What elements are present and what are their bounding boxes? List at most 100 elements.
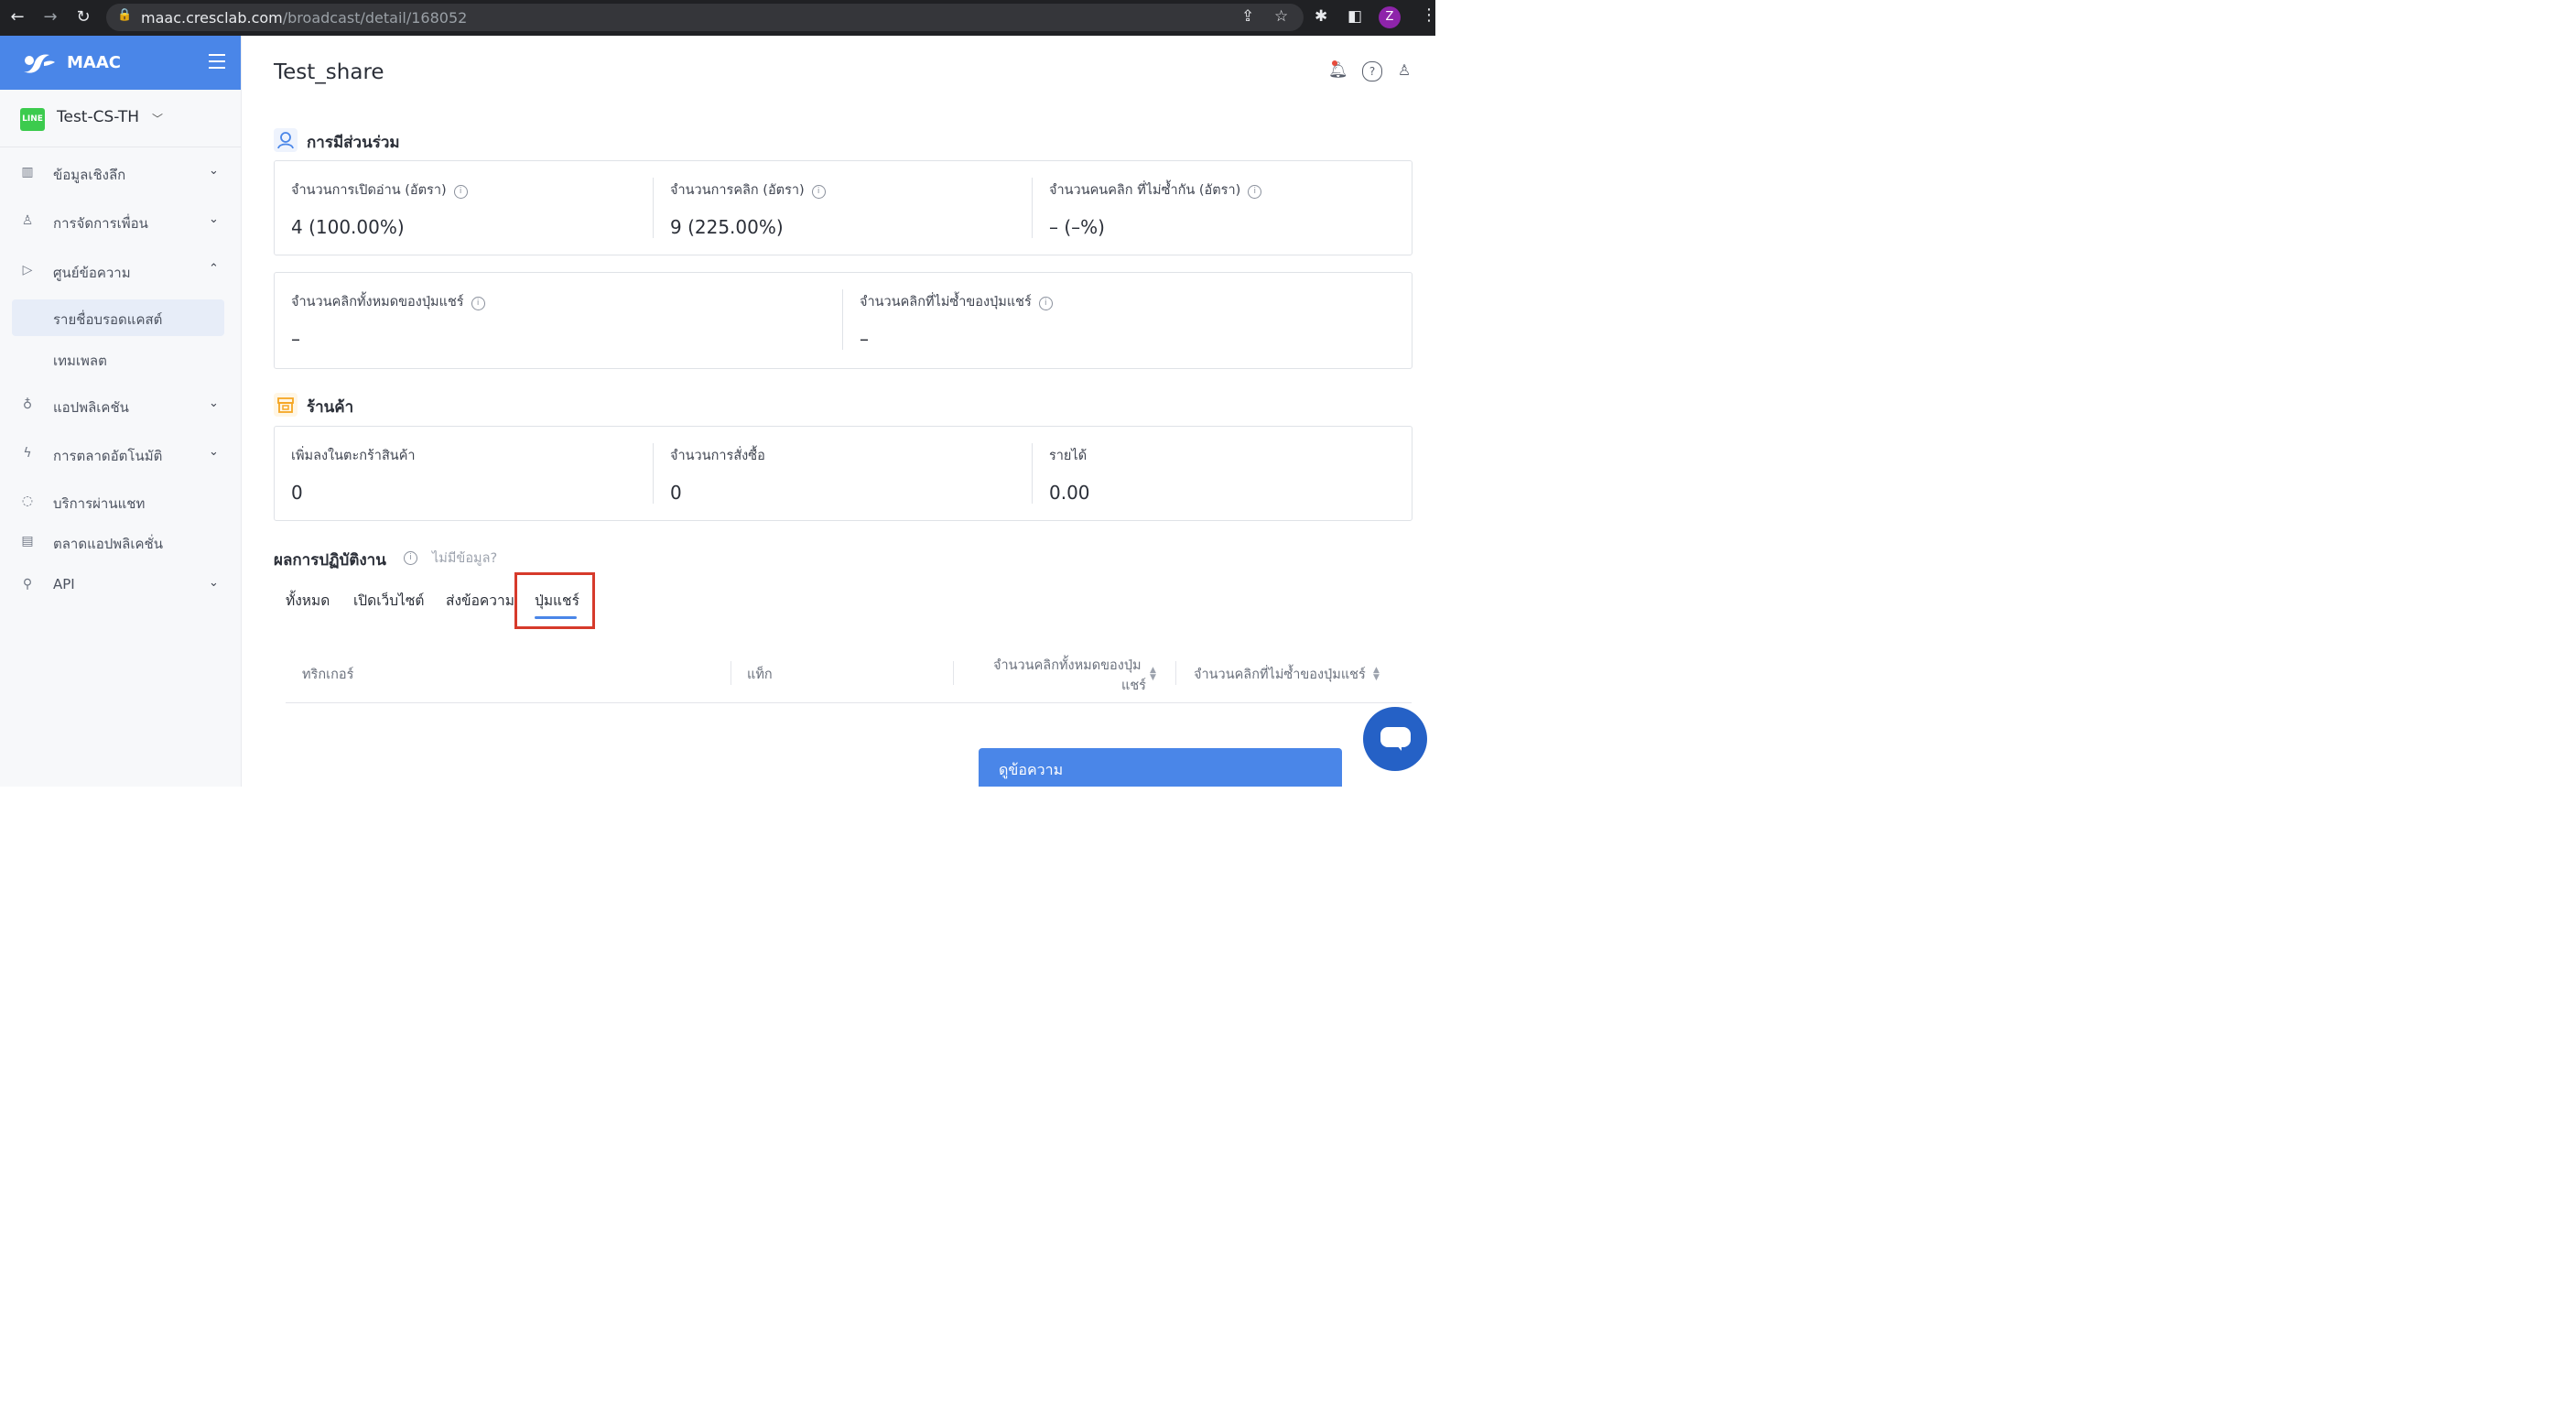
help-icon[interactable]: ? [1362, 61, 1382, 81]
sidebar-item-applications[interactable]: ♁ แอปพลิเคชัน ⌄ [0, 387, 241, 424]
sidebar-item-chat[interactable]: ◌ บริการผ่านแชท [0, 483, 241, 520]
info-icon[interactable]: i [1038, 297, 1053, 310]
chevron-down-icon: ⌄ [209, 164, 219, 178]
plug-icon: ⚲ [22, 577, 33, 592]
metric-open-count: จำนวนการเปิดอ่าน (อัตรา) i 4 (100.00%) [275, 161, 654, 255]
view-message-label: ดูข้อความ [999, 761, 1064, 778]
metric-revenue: รายได้ 0.00 [1033, 427, 1412, 520]
sidebar-item-label: แอปพลิเคชัน [53, 399, 129, 416]
metric-value: 0 [291, 482, 303, 504]
address-bar[interactable]: 🔒 maac.cresclab.com/broadcast/detail/168… [106, 4, 1304, 31]
column-header-share-total-clicks-line2[interactable]: แชร์ [1121, 675, 1146, 696]
chat-bubble-tail [1396, 744, 1402, 751]
user-account-icon[interactable]: ♙ [1395, 61, 1413, 80]
chevron-down-icon: ⌄ [209, 576, 219, 590]
browser-toolbar: ← → ↻ 🔒 maac.cresclab.com/broadcast/deta… [0, 0, 1437, 36]
back-icon[interactable]: ← [7, 7, 27, 27]
metric-value: 0.00 [1049, 482, 1090, 504]
info-icon[interactable]: i [1248, 185, 1262, 199]
maac-logo-icon [24, 54, 55, 73]
lock-icon: 🔒 [117, 8, 133, 22]
metric-orders: จำนวนการสั่งซื้อ 0 [654, 427, 1033, 520]
sidebar-item-label: การตลาดอัตโนมัติ [53, 448, 163, 464]
info-icon[interactable]: i [453, 185, 468, 199]
bookmark-star-icon[interactable]: ☆ [1274, 7, 1288, 26]
brand-header: MAAC [0, 36, 241, 90]
person-icon [274, 128, 298, 152]
brand-name: MAAC [67, 53, 121, 72]
side-panel-icon[interactable]: ◧ [1348, 7, 1362, 26]
metric-share-unique-clicks: จำนวนคลิกที่ไม่ซ้ำของปุ่มแชร์ i – [843, 273, 1412, 368]
chevron-down-icon: ⌄ [209, 396, 219, 410]
sidebar: MAAC LINE Test-CS-TH ﹀ ▥ ข้อมูลเชิงลึก ⌄… [0, 36, 242, 787]
share-icon[interactable]: ⇪ [1241, 7, 1254, 26]
metric-share-total-clicks: จำนวนคลิกทั้งหมดของปุ่มแชร์ i – [275, 273, 843, 368]
tab-all[interactable]: ทั้งหมด [286, 589, 330, 612]
url-text: maac.cresclab.com/broadcast/detail/16805… [141, 9, 468, 27]
table-header-border [286, 702, 1412, 703]
metric-label: จำนวนคลิกทั้งหมดของปุ่มแชร์ [291, 295, 464, 310]
tab-open-website[interactable]: เปิดเว็บไซต์ [353, 589, 424, 612]
no-data-link[interactable]: ไม่มีข้อมูล? [432, 548, 497, 569]
store-icon: ▤ [21, 534, 34, 549]
sidebar-item-api[interactable]: ⚲ API ⌄ [0, 567, 241, 603]
menu-dots-icon[interactable]: ⋮ [1421, 5, 1437, 25]
info-icon[interactable]: i [471, 297, 485, 310]
tab-send-message[interactable]: ส่งข้อความ [446, 589, 514, 612]
sidebar-item-label: ตลาดแอปพลิเคชั่น [53, 536, 163, 552]
profile-avatar[interactable]: Z [1379, 6, 1401, 28]
sidebar-subitem-broadcast-list[interactable]: รายชื่อบรอดแคสต์ [12, 299, 224, 336]
send-icon: ▷ [22, 263, 33, 277]
rocket-icon: ♁ [22, 397, 33, 412]
chevron-up-icon: ⌃ [209, 262, 219, 276]
info-icon[interactable]: i [811, 185, 826, 199]
sort-icon[interactable]: ▲ ▼ [1150, 667, 1156, 682]
column-header-trigger[interactable]: ทริกเกอร์ [302, 664, 353, 685]
column-separator [953, 661, 954, 685]
account-name: Test-CS-TH [57, 108, 140, 126]
column-separator [1175, 661, 1176, 685]
performance-title: ผลการปฏิบัติงาน [274, 551, 386, 570]
view-message-button[interactable]: ดูข้อความ [979, 748, 1342, 787]
store-icon [274, 393, 298, 417]
sidebar-item-insights[interactable]: ▥ ข้อมูลเชิงลึก ⌄ [0, 155, 241, 191]
sidebar-subitem-templates[interactable]: เทมเพลต [12, 341, 224, 377]
share-metrics-card: จำนวนคลิกทั้งหมดของปุ่มแชร์ i – จำนวนคลิก… [274, 272, 1412, 369]
metric-value: 0 [670, 482, 682, 504]
metric-label: จำนวนการสั่งซื้อ [670, 449, 765, 463]
sidebar-item-marketplace[interactable]: ▤ ตลาดแอปพลิเคชั่น [0, 524, 241, 560]
notification-dot [1332, 60, 1337, 66]
metric-add-to-cart: เพิ่มลงในตะกร้าสินค้า 0 [275, 427, 654, 520]
metric-value: – (–%) [1049, 216, 1105, 238]
chevron-down-icon: ﹀ [152, 113, 164, 125]
metric-value: 9 (225.00%) [670, 216, 784, 238]
hamburger-menu-icon[interactable] [209, 54, 225, 73]
person-icon: ♙ [21, 213, 34, 228]
column-header-share-total-clicks[interactable]: จำนวนคลิกทั้งหมดของปุ่ม [993, 655, 1142, 676]
engagement-metrics-card: จำนวนการเปิดอ่าน (อัตรา) i 4 (100.00%) จำ… [274, 160, 1412, 255]
metric-label: จำนวนคลิกที่ไม่ซ้ำของปุ่มแชร์ [860, 295, 1032, 310]
sidebar-item-label: ข้อมูลเชิงลึก [53, 167, 126, 183]
section-title: ร้านค้า [307, 398, 354, 417]
main-content: Test_share 🔔︎ ? ♙ การมีส่วนร่วม จำนวนการ… [241, 36, 1435, 787]
metric-label: เพิ่มลงในตะกร้าสินค้า [291, 449, 416, 463]
sidebar-item-friends[interactable]: ♙ การจัดการเพื่อน ⌄ [0, 203, 241, 240]
sidebar-item-automation[interactable]: ϟ การตลาดอัตโนมัติ ⌄ [0, 436, 241, 472]
column-header-share-unique-clicks[interactable]: จำนวนคลิกที่ไม่ซ้ำของปุ่มแชร์ [1194, 664, 1366, 685]
sort-icon[interactable]: ▲ ▼ [1373, 667, 1380, 682]
column-header-tag[interactable]: แท็ก [747, 664, 773, 685]
forward-icon[interactable]: → [40, 7, 60, 27]
sidebar-item-label: การจัดการเพื่อน [53, 215, 148, 232]
chevron-down-icon: ⌄ [209, 445, 219, 459]
account-switcher[interactable]: LINE Test-CS-TH ﹀ [0, 90, 241, 147]
section-title: การมีส่วนร่วม [307, 134, 400, 152]
reload-icon[interactable]: ↻ [73, 7, 93, 27]
extensions-icon[interactable]: ✱ [1315, 7, 1327, 26]
chat-launcher-button[interactable] [1363, 707, 1427, 771]
sidebar-item-message-center[interactable]: ▷ ศูนย์ข้อความ ⌃ [0, 253, 241, 289]
metric-label: รายได้ [1049, 449, 1088, 463]
metric-value: 4 (100.00%) [291, 216, 405, 238]
info-icon[interactable]: i [404, 551, 417, 565]
metric-label: จำนวนการคลิก (อัตรา) [670, 183, 805, 198]
page-title: Test_share [274, 60, 384, 84]
